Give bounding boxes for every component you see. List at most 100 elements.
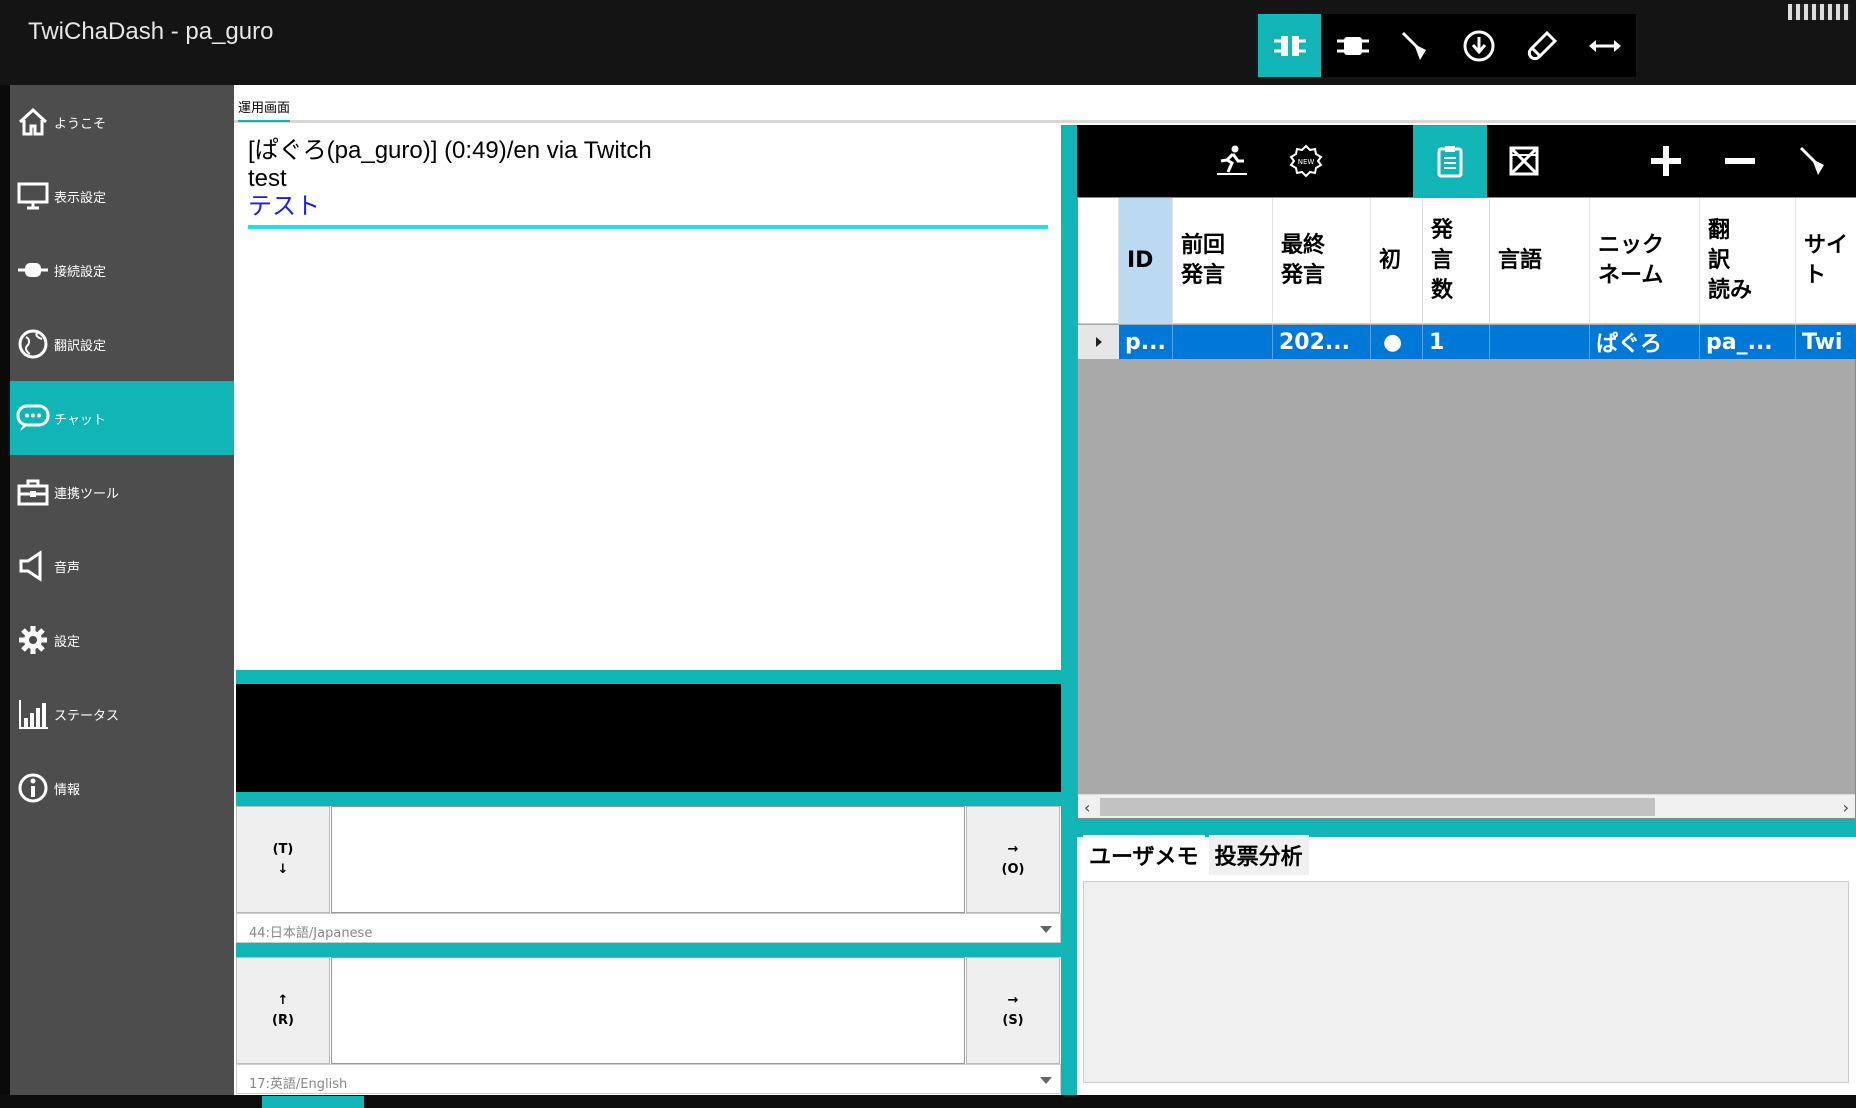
button-label: (S) xyxy=(1002,1012,1024,1028)
row-header-corner xyxy=(1078,198,1119,324)
button-label: ↑ xyxy=(277,992,289,1008)
column-header-first[interactable]: 初 xyxy=(1371,198,1423,324)
bar-chart-icon xyxy=(16,697,50,731)
delete-box-button[interactable] xyxy=(1487,125,1561,197)
speaker-icon xyxy=(16,549,50,583)
column-header-language[interactable]: 言語 xyxy=(1490,198,1590,324)
user-panel: NEW ID 前回 発言 最終 発言 初 発 言 数 言語 ニック ネーム 翻 … xyxy=(1077,125,1856,1095)
broom-icon xyxy=(1799,146,1824,175)
cell-nickname[interactable]: ぱぐろ xyxy=(1590,325,1700,359)
language-select-1[interactable]: 44:日本語/Japanese xyxy=(236,913,1061,943)
language-select-2[interactable]: 17:英語/English xyxy=(236,1064,1061,1094)
sidebar-item-settings[interactable]: 設定 xyxy=(10,603,234,677)
translate-down-button[interactable]: (T) ↓ xyxy=(236,806,330,913)
disconnect-button[interactable] xyxy=(1321,14,1384,77)
chat-icon xyxy=(16,401,50,435)
test-button[interactable] xyxy=(1510,14,1573,77)
cell-last[interactable]: 202... xyxy=(1273,325,1371,359)
output-button[interactable]: → (O) xyxy=(966,806,1060,913)
column-header-reading[interactable]: 翻 訳 読み xyxy=(1700,198,1796,324)
sidebar-item-label: 情報 xyxy=(54,782,81,798)
sidebar-item-welcome[interactable]: ようこそ xyxy=(10,85,234,159)
column-header-label: 初 xyxy=(1379,248,1402,273)
cell-reading[interactable]: pa_... xyxy=(1700,325,1796,359)
column-header-nickname[interactable]: ニック ネーム xyxy=(1590,198,1700,324)
sidebar-item-info[interactable]: 情報 xyxy=(10,751,234,825)
column-header-previous[interactable]: 前回 発言 xyxy=(1173,198,1273,324)
plug-icon xyxy=(16,253,50,287)
tab-user-memo[interactable]: ユーザメモ xyxy=(1083,835,1205,875)
table-row[interactable]: p... 202... ● 1 ぱぐろ pa_... Twi xyxy=(1078,325,1856,359)
sidebar: ようこそ 表示設定 接続設定 翻訳設定 チャット 連携ツール 音声 設定 ステー… xyxy=(10,85,234,1095)
add-button[interactable] xyxy=(1629,125,1703,197)
row-header[interactable] xyxy=(1078,325,1119,359)
tab-operation[interactable]: 運用画面 xyxy=(238,97,291,122)
plus-icon xyxy=(1651,146,1681,176)
grid-header: ID 前回 発言 最終 発言 初 発 言 数 言語 ニック ネーム 翻 訳 読み… xyxy=(1078,198,1856,324)
cell-site[interactable]: Twi xyxy=(1796,325,1856,359)
column-header-id[interactable]: ID xyxy=(1119,198,1173,324)
clear-users-button[interactable] xyxy=(1777,125,1851,197)
sidebar-item-connection-settings[interactable]: 接続設定 xyxy=(10,233,234,307)
button-label: ↓ xyxy=(277,861,289,877)
chevron-down-icon xyxy=(1040,926,1052,933)
splitter[interactable] xyxy=(1061,125,1077,1095)
cell-previous[interactable] xyxy=(1173,325,1273,359)
scroll-right-icon[interactable]: › xyxy=(1843,798,1849,817)
send-button[interactable]: → (S) xyxy=(966,957,1060,1064)
separator xyxy=(236,670,1061,684)
scroll-left-icon[interactable]: ‹ xyxy=(1084,798,1090,817)
connect-button[interactable] xyxy=(1258,14,1321,77)
sidebar-item-audio[interactable]: 音声 xyxy=(10,529,234,603)
user-memo-textarea[interactable] xyxy=(1083,881,1849,1083)
scrollbar-thumb[interactable] xyxy=(1100,798,1655,816)
cell-language[interactable] xyxy=(1490,325,1590,359)
cell-id[interactable]: p... xyxy=(1119,325,1173,359)
new-user-button[interactable]: NEW xyxy=(1269,125,1343,197)
column-header-count[interactable]: 発 言 数 xyxy=(1423,198,1490,324)
row-pointer-icon xyxy=(1095,337,1102,347)
new-badge-icon: NEW xyxy=(1289,144,1323,178)
sidebar-item-status[interactable]: ステータス xyxy=(10,677,234,751)
status-bar xyxy=(0,1095,1856,1108)
separator xyxy=(236,943,1061,957)
clipboard-button[interactable] xyxy=(1413,125,1487,197)
chat-log: [ぱぐろ(pa_guro)] (0:49)/en via Twitch test… xyxy=(236,125,1061,670)
sidebar-item-chat[interactable]: チャット xyxy=(10,381,234,455)
reverse-translate-button[interactable]: ↑ (R) xyxy=(236,957,330,1064)
runner-icon xyxy=(1217,145,1247,175)
chevron-down-icon xyxy=(1040,1077,1052,1084)
sidebar-item-translation-settings[interactable]: 翻訳設定 xyxy=(10,307,234,381)
input-textarea-1[interactable] xyxy=(331,806,965,913)
button-label: → xyxy=(1007,841,1019,857)
runner-button[interactable] xyxy=(1195,125,1269,197)
window-left-edge xyxy=(0,85,10,1108)
column-header-label: 前回 発言 xyxy=(1181,233,1226,288)
remove-button[interactable] xyxy=(1703,125,1777,197)
broom-icon xyxy=(1401,31,1426,60)
tab-vote-analysis[interactable]: 投票分析 xyxy=(1208,835,1309,875)
column-header-site[interactable]: サイ ト xyxy=(1796,198,1856,324)
resize-button[interactable] xyxy=(1573,14,1636,77)
column-header-last[interactable]: 最終 発言 xyxy=(1273,198,1371,324)
language-select-value: 17:英語/English xyxy=(249,1077,348,1092)
sidebar-item-label: 表示設定 xyxy=(54,190,107,206)
column-header-label: ニック ネーム xyxy=(1598,233,1665,288)
sidebar-item-integration-tools[interactable]: 連携ツール xyxy=(10,455,234,529)
sidebar-item-label: 音声 xyxy=(54,560,81,576)
home-icon xyxy=(16,105,50,139)
input-textarea-2[interactable] xyxy=(331,957,965,1064)
column-header-label: 言語 xyxy=(1498,248,1543,273)
connect-icon xyxy=(1273,35,1306,56)
download-button[interactable] xyxy=(1447,14,1510,77)
app-title: TwiChaDash - pa_guro xyxy=(28,18,274,45)
column-header-label: 翻 訳 読み xyxy=(1708,218,1753,303)
sidebar-item-display-settings[interactable]: 表示設定 xyxy=(10,159,234,233)
clear-button[interactable] xyxy=(1384,14,1447,77)
monitor-icon xyxy=(16,179,50,213)
cell-first[interactable]: ● xyxy=(1371,325,1423,359)
cell-count[interactable]: 1 xyxy=(1423,325,1490,359)
horizontal-scrollbar[interactable]: ‹ › xyxy=(1078,794,1855,818)
tab-strip: 運用画面 xyxy=(234,85,1856,123)
chat-message-header: [ぱぐろ(pa_guro)] (0:49)/en via Twitch xyxy=(248,137,652,164)
